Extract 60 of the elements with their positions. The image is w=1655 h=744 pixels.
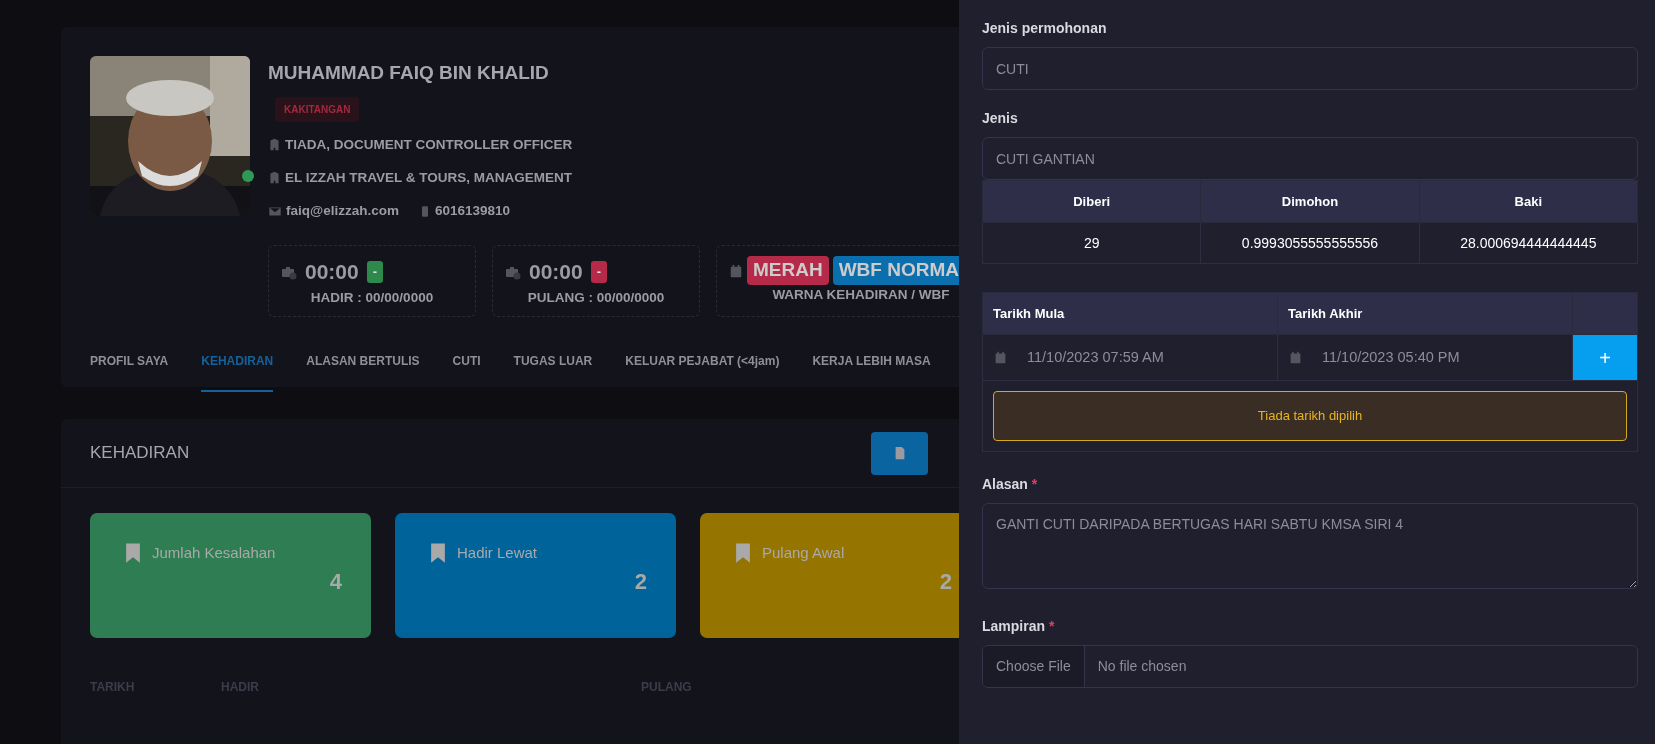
input-field[interactable]: CUTI GANTIAN xyxy=(982,137,1638,180)
column-header: Baki xyxy=(1419,180,1638,223)
department-text: EL IZZAH TRAVEL & TOURS, MANAGEMENT xyxy=(285,168,572,187)
nav-tab[interactable]: KELUAR PEJABAT (<4jam) xyxy=(625,347,780,393)
briefcase-clock-icon xyxy=(505,264,521,280)
card-value: 4 xyxy=(328,568,342,596)
pdf-button[interactable] xyxy=(871,431,928,475)
table-cell: 0.9993055555555556 xyxy=(1200,222,1420,264)
time-value: 00:00 xyxy=(529,259,583,286)
column-header: Dimohon xyxy=(1200,180,1420,223)
status-tag: WBF NORMA xyxy=(832,256,959,285)
status-tag: MERAH xyxy=(747,256,829,285)
card-label: Pulang Awal xyxy=(762,542,845,563)
email-text: faiq@elizzah.com xyxy=(286,202,399,220)
nav-tab[interactable]: PROFIL SAYA xyxy=(90,347,169,393)
nav-tab[interactable]: CUTI xyxy=(452,347,481,393)
card-value: 2 xyxy=(633,568,647,596)
column-header: Tarikh Mula xyxy=(982,292,1278,335)
field-label: Jenis xyxy=(982,109,1019,128)
card-label: Jumlah Kesalahan xyxy=(152,542,276,563)
file-field[interactable]: Choose File No file chosen xyxy=(982,644,1638,688)
status-badge: - xyxy=(366,261,384,283)
column-header: Diberi xyxy=(982,180,1201,223)
person-name: MUHAMMAD FAIQ BIN KHALID xyxy=(268,61,550,85)
card-caption: PULANG : 00/00/0000 xyxy=(526,288,666,307)
calendar-icon xyxy=(994,351,1007,364)
building-icon xyxy=(268,138,281,152)
nav-tab[interactable]: KERJA LEBIH MASA xyxy=(812,347,931,393)
choose-file-button[interactable]: Choose File xyxy=(983,645,1085,687)
field-label: Alasan xyxy=(982,475,1028,492)
calendar-icon xyxy=(729,263,743,278)
field-label: Lampiran xyxy=(982,617,1045,634)
nav-tab[interactable]: TUGAS LUAR xyxy=(513,347,593,393)
required-mark: * xyxy=(1048,617,1055,634)
time-value: 00:00 xyxy=(305,259,359,286)
card-caption: HADIR : 00/00/0000 xyxy=(309,288,435,307)
card-value: 2 xyxy=(938,568,952,596)
briefcase-clock-icon xyxy=(281,264,297,280)
table-cell: 28.000694444444445 xyxy=(1419,222,1638,264)
calendar-icon xyxy=(1289,351,1302,364)
textarea-field[interactable]: GANTI CUTI DARIPADA BERTUGAS HARI SABTU KMSA SIRI 4 xyxy=(982,502,1638,589)
column-header: Tarikh Akhir xyxy=(1277,292,1573,335)
status-badge: - xyxy=(590,261,608,283)
role-badge: KAKITANGAN xyxy=(275,96,360,122)
alert-message: Tiada tarikh dipilih xyxy=(993,391,1627,441)
envelope-icon xyxy=(268,204,282,218)
section-title: KEHADIRAN xyxy=(90,442,190,465)
card-label: Hadir Lewat xyxy=(457,542,538,563)
file-status: No file chosen xyxy=(1096,656,1187,676)
table-cell: 29 xyxy=(982,222,1201,264)
nav-tab[interactable]: ALASAN BERTULIS xyxy=(306,347,420,393)
add-button[interactable]: + xyxy=(1573,335,1637,380)
input-field[interactable]: CUTI xyxy=(982,47,1638,90)
card-caption: WARNA KEHADIRAN / WBF xyxy=(771,285,951,304)
nav-tab[interactable]: KEHADIRAN xyxy=(201,347,274,393)
field-label: Jenis permohonan xyxy=(982,19,1108,38)
position-text: TIADA, DOCUMENT CONTROLLER OFFICER xyxy=(285,135,573,154)
building-icon xyxy=(268,171,281,185)
required-mark: * xyxy=(1031,475,1038,492)
phone-text: 6016139810 xyxy=(434,202,511,220)
